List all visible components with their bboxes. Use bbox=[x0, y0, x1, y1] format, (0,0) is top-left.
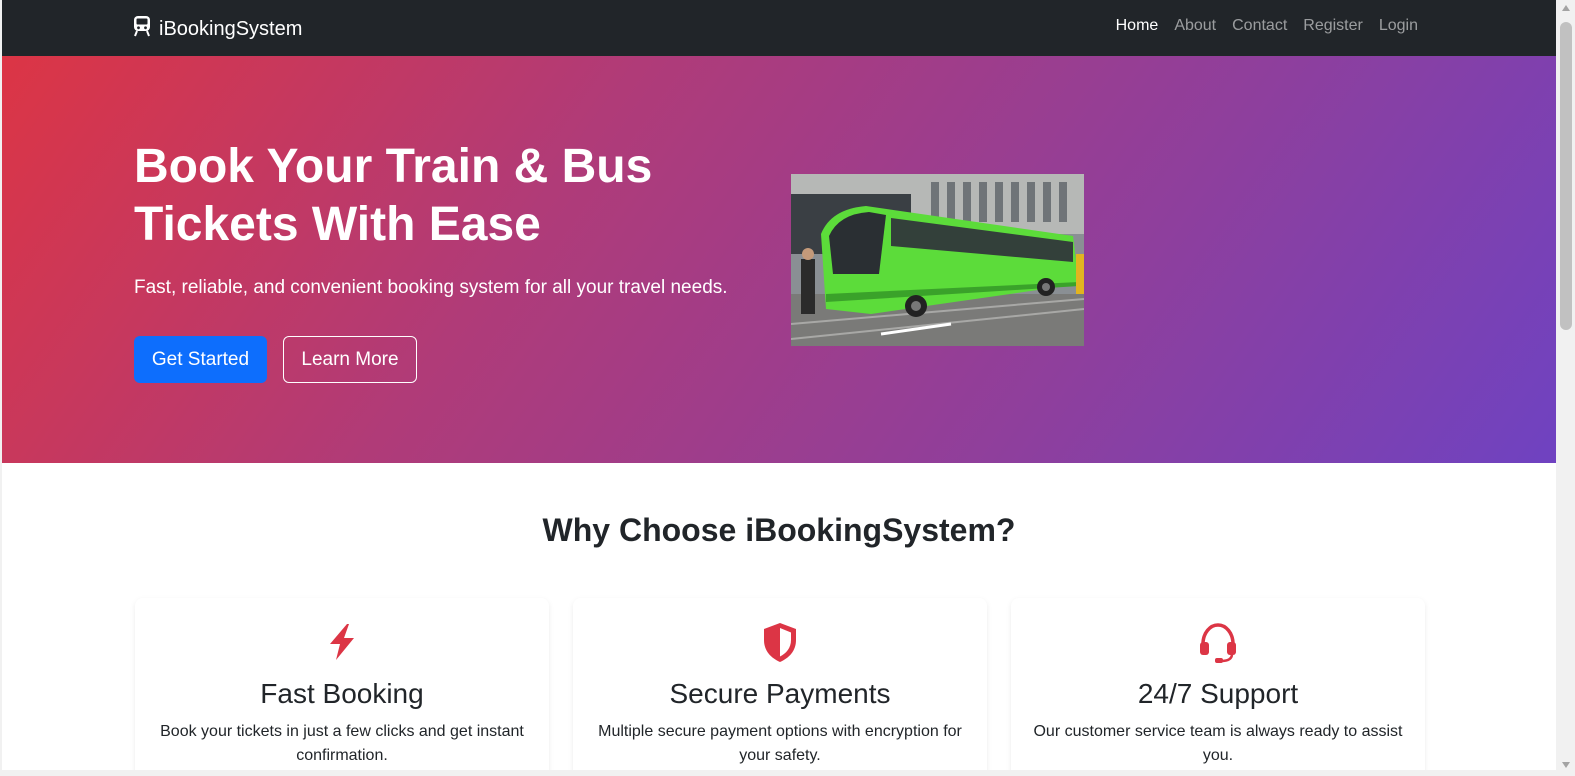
feature-text: Book your tickets in just a few clicks a… bbox=[160, 723, 524, 764]
nav-login[interactable]: Login bbox=[1379, 17, 1418, 35]
headset-icon bbox=[1011, 620, 1425, 664]
page-viewport: iBookingSystem Home About Contact Regist… bbox=[2, 0, 1556, 770]
feature-card-fast-booking: Fast Booking Book your tickets in just a… bbox=[135, 598, 549, 770]
vertical-scrollbar[interactable] bbox=[1558, 0, 1575, 776]
feature-card-secure-payments: Secure Payments Multiple secure payment … bbox=[573, 598, 987, 770]
train-icon bbox=[133, 15, 151, 43]
hero-section: Book Your Train & Bus Tickets With Ease … bbox=[2, 56, 1556, 463]
nav-home[interactable]: Home bbox=[1116, 17, 1159, 35]
scroll-up-arrow-icon[interactable] bbox=[1562, 5, 1570, 11]
learn-more-button[interactable]: Learn More bbox=[283, 336, 417, 383]
hero-subtitle: Fast, reliable, and convenient booking s… bbox=[134, 277, 728, 298]
get-started-button[interactable]: Get Started bbox=[134, 336, 267, 383]
feature-title: Fast Booking bbox=[260, 678, 424, 709]
brand-name: iBookingSystem bbox=[159, 17, 303, 40]
feature-title: Secure Payments bbox=[669, 678, 891, 709]
nav-about[interactable]: About bbox=[1174, 17, 1216, 35]
scrollbar-thumb[interactable] bbox=[1560, 22, 1572, 330]
nav-contact[interactable]: Contact bbox=[1232, 17, 1287, 35]
hero-title: Book Your Train & Bus Tickets With Ease bbox=[134, 140, 653, 251]
nav-register[interactable]: Register bbox=[1303, 17, 1363, 35]
nav-links: Home About Contact Register Login bbox=[1116, 17, 1418, 35]
brand-link[interactable]: iBookingSystem bbox=[133, 15, 302, 43]
features-title: Why Choose iBookingSystem? bbox=[542, 512, 1016, 548]
feature-card-support: 24/7 Support Our customer service team i… bbox=[1011, 598, 1425, 770]
shield-icon bbox=[573, 620, 987, 664]
feature-title: 24/7 Support bbox=[1137, 678, 1299, 709]
feature-text: Multiple secure payment options with enc… bbox=[598, 723, 962, 764]
feature-text: Our customer service team is always read… bbox=[1033, 723, 1403, 764]
green-bus-image bbox=[791, 174, 1084, 346]
lightning-icon bbox=[135, 620, 549, 664]
navbar: iBookingSystem Home About Contact Regist… bbox=[2, 0, 1556, 56]
scroll-down-arrow-icon[interactable] bbox=[1562, 762, 1570, 768]
